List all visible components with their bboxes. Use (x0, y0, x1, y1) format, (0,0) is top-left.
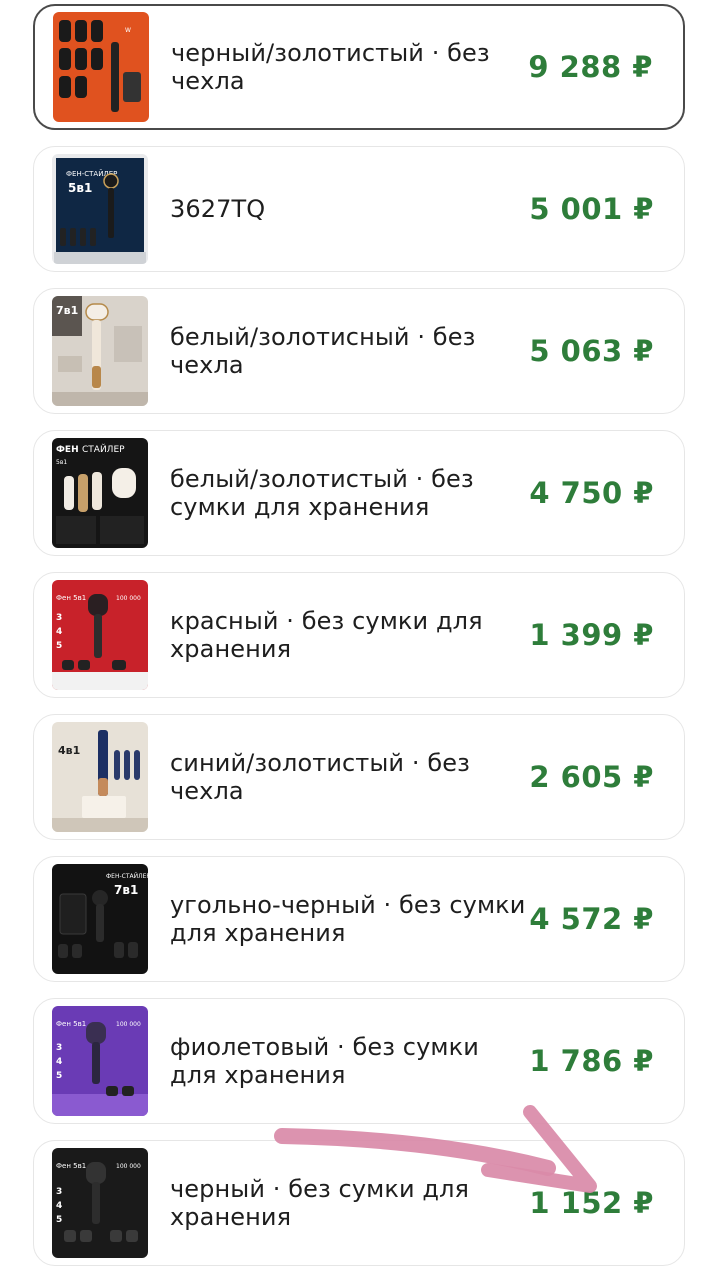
variant-label: черный · без сумки для хранения (170, 1175, 470, 1231)
svg-text:Фен 5в1: Фен 5в1 (56, 1020, 86, 1028)
variant-card-7[interactable]: Фен 5в1 3 4 5 100 000 фиолетовый · без с… (33, 998, 685, 1124)
variant-list: W черный/золотистый · без чехла 9 288 ₽ … (0, 0, 718, 1280)
svg-text:100 000: 100 000 (116, 595, 141, 602)
svg-text:4: 4 (56, 1201, 62, 1211)
variant-price: 2 605 ₽ (529, 760, 654, 794)
svg-text:Фен 5в1: Фен 5в1 (56, 594, 86, 602)
variant-card-3[interactable]: ФЕН СТАЙЛЕР 5в1 белый/золотистый · без с… (33, 430, 685, 556)
svg-text:3: 3 (56, 1187, 62, 1197)
svg-text:СТАЙЛЕР: СТАЙЛЕР (82, 443, 125, 455)
hair-styler-white-gold-image: 7в1 (52, 296, 148, 406)
svg-text:5: 5 (56, 1071, 62, 1081)
svg-text:4: 4 (56, 627, 62, 637)
variant-price: 1 786 ₽ (529, 1044, 654, 1078)
variant-label: фиолетовый · без сумки для хранения (170, 1033, 479, 1089)
hair-styler-charcoal-image: ФЕН-СТАЙЛЕР 7в1 (52, 864, 148, 974)
svg-text:100 000: 100 000 (116, 1021, 141, 1028)
hair-dryer-black-image: Фен 5в1 3 4 5 100 000 (52, 1148, 148, 1258)
hair-dryer-red-image: Фен 5в1 3 4 5 100 000 (52, 580, 148, 690)
variant-label: красный · без сумки для хранения (170, 607, 483, 663)
svg-text:W: W (125, 27, 131, 34)
svg-text:Фен 5в1: Фен 5в1 (56, 1162, 86, 1170)
svg-text:5: 5 (56, 1215, 62, 1225)
svg-text:3: 3 (56, 613, 62, 623)
variant-label: черный/золотистый · без чехла (171, 39, 490, 95)
svg-text:5в1: 5в1 (68, 181, 92, 195)
variant-card-2[interactable]: 7в1 белый/золотисный · без чехла 5 063 ₽ (33, 288, 685, 414)
svg-text:5в1: 5в1 (56, 459, 67, 466)
svg-text:4: 4 (56, 1057, 62, 1067)
hair-dryer-purple-image: Фен 5в1 3 4 5 100 000 (52, 1006, 148, 1116)
variant-card-5[interactable]: 4в1 синий/золотистый · без чехла 2 605 ₽ (33, 714, 685, 840)
variant-price: 4 750 ₽ (529, 476, 654, 510)
svg-text:7в1: 7в1 (56, 304, 78, 317)
variant-label: белый/золотисный · без чехла (170, 323, 476, 379)
variant-price: 5 063 ₽ (529, 334, 654, 368)
variant-card-6[interactable]: ФЕН-СТАЙЛЕР 7в1 угольно-черный · без сум… (33, 856, 685, 982)
variant-label: угольно-черный · без сумки для хранения (170, 891, 526, 947)
hair-styler-orange-box-image: W (53, 12, 149, 122)
variant-price: 9 288 ₽ (528, 50, 653, 84)
variant-card-0[interactable]: W черный/золотистый · без чехла 9 288 ₽ (33, 4, 685, 130)
hair-styler-navy-box-image: ФЕН-СТАЙЛЕР 5в1 (52, 154, 148, 264)
svg-text:ФЕН: ФЕН (56, 445, 79, 455)
variant-label: 3627TQ (170, 195, 266, 223)
variant-label: синий/золотистый · без чехла (170, 749, 470, 805)
svg-text:3: 3 (56, 1043, 62, 1053)
svg-text:5: 5 (56, 641, 62, 651)
variant-price: 1 399 ₽ (529, 618, 654, 652)
variant-card-4[interactable]: Фен 5в1 3 4 5 100 000 красный · без сумк… (33, 572, 685, 698)
hair-styler-blue-gold-image: 4в1 (52, 722, 148, 832)
variant-card-1[interactable]: ФЕН-СТАЙЛЕР 5в1 3627TQ 5 001 ₽ (33, 146, 685, 272)
svg-text:100 000: 100 000 (116, 1163, 141, 1170)
variant-label: белый/золотистый · без сумки для хранени… (170, 465, 474, 521)
variant-price: 5 001 ₽ (529, 192, 654, 226)
svg-text:7в1: 7в1 (114, 883, 138, 897)
svg-text:4в1: 4в1 (58, 744, 80, 757)
svg-text:ФЕН-СТАЙЛЕР: ФЕН-СТАЙЛЕР (106, 873, 148, 880)
hair-styler-white-black-box-image: ФЕН СТАЙЛЕР 5в1 (52, 438, 148, 548)
variant-price: 4 572 ₽ (529, 902, 654, 936)
variant-price: 1 152 ₽ (529, 1186, 654, 1220)
variant-card-8[interactable]: Фен 5в1 3 4 5 100 000 черный · без сумки… (33, 1140, 685, 1266)
